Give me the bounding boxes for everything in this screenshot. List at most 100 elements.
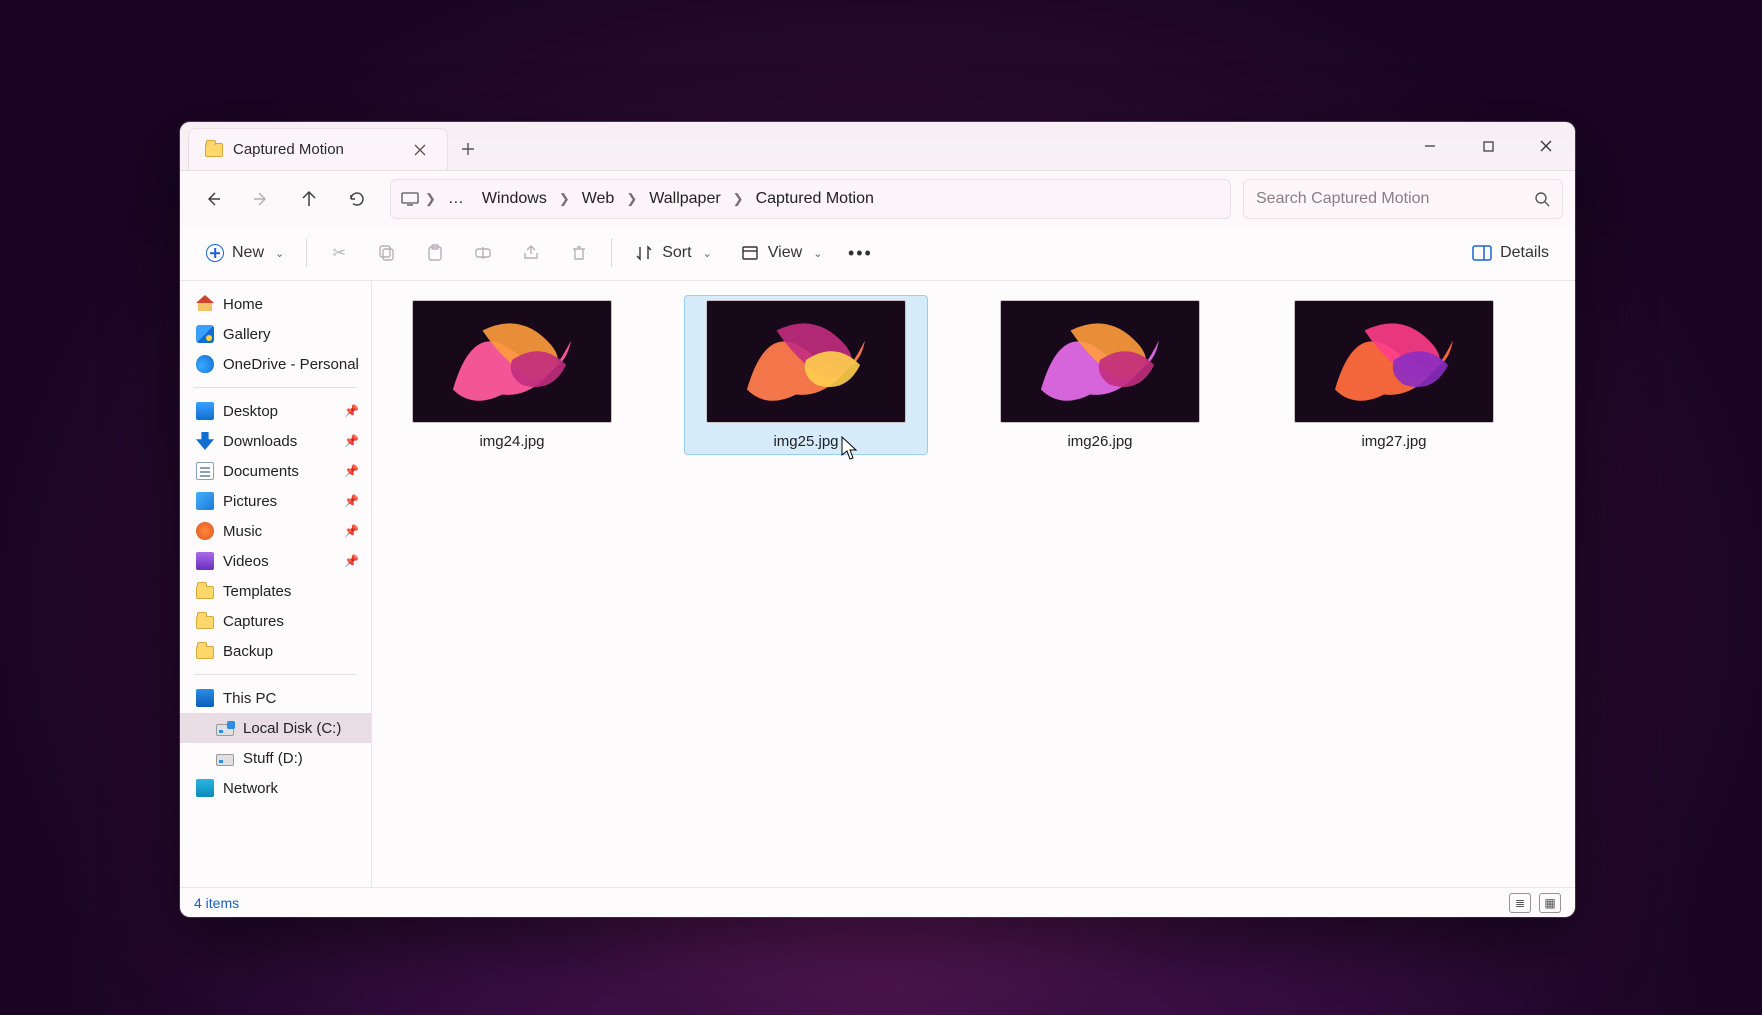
sidebar-item-network[interactable]: Network <box>180 773 371 803</box>
sidebar-item-desktop[interactable]: Desktop📌 <box>180 396 371 426</box>
thumbnail <box>1294 300 1494 423</box>
pictures-icon <box>196 492 214 510</box>
file-item-img27-jpg[interactable]: img27.jpg <box>1272 295 1516 455</box>
desktop-icon <box>196 402 214 420</box>
drive-icon <box>216 724 234 736</box>
pin-icon: 📌 <box>344 524 359 538</box>
thumbnail <box>706 300 906 423</box>
sidebar-item-onedrive-personal[interactable]: OneDrive - Personal <box>180 349 371 379</box>
sidebar-item-pictures[interactable]: Pictures📌 <box>180 486 371 516</box>
chevron-right-icon: ❯ <box>559 191 570 207</box>
sidebar-item-drive-d[interactable]: Stuff (D:) <box>180 743 371 773</box>
home-icon <box>196 295 214 313</box>
cut-icon: ✂ <box>329 243 349 263</box>
window-controls <box>1401 122 1575 170</box>
more-icon: ••• <box>850 243 870 263</box>
chevron-down-icon: ⌄ <box>813 247 822 260</box>
file-grid[interactable]: img24.jpg img25.jpg img26.jpg img27.jpg <box>372 281 1575 887</box>
chevron-down-icon: ⌄ <box>275 247 284 260</box>
navbar: ❯ … Windows ❯ Web ❯ Wallpaper ❯ Captured… <box>180 171 1575 226</box>
folder-icon <box>196 616 214 629</box>
cut-button[interactable]: ✂ <box>317 233 361 273</box>
sidebar-item-videos[interactable]: Videos 📌 <box>180 546 371 576</box>
sidebar: HomeGalleryOneDrive - Personal Desktop📌D… <box>180 281 372 887</box>
share-button[interactable] <box>509 233 553 273</box>
close-window-button[interactable] <box>1517 122 1575 170</box>
chevron-down-icon: ⌄ <box>703 247 712 260</box>
videos-icon <box>196 552 214 570</box>
sidebar-item-drive-c[interactable]: Local Disk (C:) <box>180 713 371 743</box>
sidebar-item-captures[interactable]: Captures <box>180 606 371 636</box>
sidebar-item-backup[interactable]: Backup <box>180 636 371 666</box>
close-tab-button[interactable] <box>407 137 433 163</box>
view-list-button[interactable]: ≣ <box>1509 893 1531 913</box>
sidebar-label: Backup <box>223 643 273 660</box>
view-label: View <box>768 244 802 262</box>
plus-icon <box>461 142 475 156</box>
address-bar[interactable]: ❯ … Windows ❯ Web ❯ Wallpaper ❯ Captured… <box>390 179 1231 219</box>
pin-icon: 📌 <box>344 404 359 418</box>
delete-button[interactable] <box>557 233 601 273</box>
file-name: img25.jpg <box>773 433 838 450</box>
rename-button[interactable] <box>461 233 505 273</box>
new-button[interactable]: New ⌄ <box>194 233 296 273</box>
up-button[interactable] <box>288 179 330 219</box>
sidebar-item-templates[interactable]: Templates <box>180 576 371 606</box>
onedrive-icon <box>196 355 214 373</box>
list-icon: ≣ <box>1515 896 1525 910</box>
maximize-button[interactable] <box>1459 122 1517 170</box>
separator <box>194 387 357 388</box>
sidebar-item-documents[interactable]: Documents📌 <box>180 456 371 486</box>
sidebar-item-gallery[interactable]: Gallery <box>180 319 371 349</box>
thumbnail <box>412 300 612 423</box>
copy-button[interactable] <box>365 233 409 273</box>
paste-button[interactable] <box>413 233 457 273</box>
breadcrumb-seg-1[interactable]: Web <box>576 186 621 212</box>
breadcrumb-seg-0[interactable]: Windows <box>476 186 553 212</box>
new-tab-button[interactable] <box>448 128 488 170</box>
gallery-icon <box>196 325 214 343</box>
more-button[interactable]: ••• <box>838 233 882 273</box>
minimize-button[interactable] <box>1401 122 1459 170</box>
sidebar-label: Stuff (D:) <box>243 750 303 767</box>
sidebar-label: Pictures <box>223 493 277 510</box>
paste-icon <box>425 243 445 263</box>
copy-icon <box>377 243 397 263</box>
file-item-img25-jpg[interactable]: img25.jpg <box>684 295 928 455</box>
view-button[interactable]: View ⌄ <box>728 233 835 273</box>
music-icon <box>196 522 214 540</box>
breadcrumb-seg-3[interactable]: Captured Motion <box>750 186 880 212</box>
sidebar-item-music[interactable]: Music📌 <box>180 516 371 546</box>
close-icon <box>1540 140 1552 152</box>
sidebar-label: Documents <box>223 463 299 480</box>
forward-button[interactable] <box>240 179 282 219</box>
sidebar-label: Videos <box>223 553 269 570</box>
delete-icon <box>569 243 589 263</box>
folder-icon <box>196 646 214 659</box>
arrow-left-icon <box>204 190 222 208</box>
breadcrumb-overflow[interactable]: … <box>442 186 470 212</box>
sidebar-item-home[interactable]: Home <box>180 289 371 319</box>
chevron-right-icon: ❯ <box>425 191 436 207</box>
sidebar-label: Downloads <box>223 433 297 450</box>
refresh-button[interactable] <box>336 179 378 219</box>
back-button[interactable] <box>192 179 234 219</box>
file-item-img26-jpg[interactable]: img26.jpg <box>978 295 1222 455</box>
view-grid-button[interactable]: ▦ <box>1539 893 1561 913</box>
sidebar-item-downloads[interactable]: Downloads📌 <box>180 426 371 456</box>
pin-icon: 📌 <box>344 554 359 568</box>
file-item-img24-jpg[interactable]: img24.jpg <box>390 295 634 455</box>
breadcrumb-seg-2[interactable]: Wallpaper <box>643 186 726 212</box>
sidebar-item-this-pc[interactable]: This PC <box>180 683 371 713</box>
monitor-icon <box>401 192 419 206</box>
sort-button[interactable]: Sort ⌄ <box>622 233 724 273</box>
grid-icon: ▦ <box>1544 896 1555 910</box>
status-bar: 4 items ≣ ▦ <box>180 887 1575 917</box>
tab-captured-motion[interactable]: Captured Motion <box>188 128 448 170</box>
sort-label: Sort <box>662 244 691 262</box>
titlebar: Captured Motion <box>180 122 1575 171</box>
search-input[interactable] <box>1256 190 1524 208</box>
sidebar-label: Gallery <box>223 326 271 343</box>
details-pane-button[interactable]: Details <box>1460 233 1561 273</box>
search-box[interactable] <box>1243 179 1563 219</box>
